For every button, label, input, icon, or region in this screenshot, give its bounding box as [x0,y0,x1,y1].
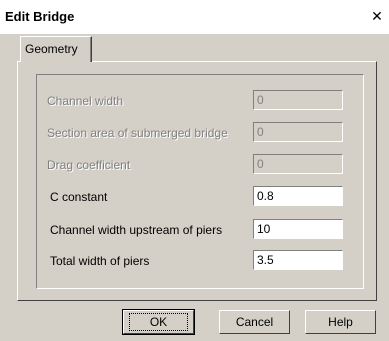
ok-button-label: OK [128,313,189,331]
channel-width-upstream-field[interactable] [253,219,343,239]
section-area-label: Section area of submerged bridge [47,126,228,140]
tab-geometry-label: Geometry [25,42,78,56]
channel-width-field[interactable] [253,90,343,110]
cancel-button[interactable]: Cancel [219,310,290,334]
help-button-label: Help [328,315,353,329]
c-constant-field[interactable] [253,186,343,206]
geometry-panel: Channel width Section area of submerged … [17,61,377,301]
dialog-title: Edit Bridge [5,9,75,24]
title-bar[interactable]: Edit Bridge ✕ [0,0,389,34]
ok-button[interactable]: OK [122,309,195,335]
tab-edge [90,37,91,62]
total-width-piers-label: Total width of piers [50,254,150,268]
total-width-piers-field[interactable] [253,250,343,270]
geometry-group: Channel width Section area of submerged … [36,74,364,289]
drag-coefficient-field[interactable] [253,154,343,174]
channel-width-label: Channel width [47,94,124,108]
close-icon[interactable]: ✕ [369,9,385,25]
channel-width-upstream-label: Channel width upstream of piers [50,223,223,237]
drag-coefficient-label: Drag coefficient [47,158,131,172]
edit-bridge-dialog: Edit Bridge ✕ Geometry Channel width Sec… [0,0,389,341]
c-constant-label: C constant [50,190,108,204]
tab-geometry[interactable]: Geometry [20,36,92,62]
cancel-button-label: Cancel [235,315,274,329]
help-button[interactable]: Help [305,310,376,334]
section-area-field[interactable] [253,122,343,142]
